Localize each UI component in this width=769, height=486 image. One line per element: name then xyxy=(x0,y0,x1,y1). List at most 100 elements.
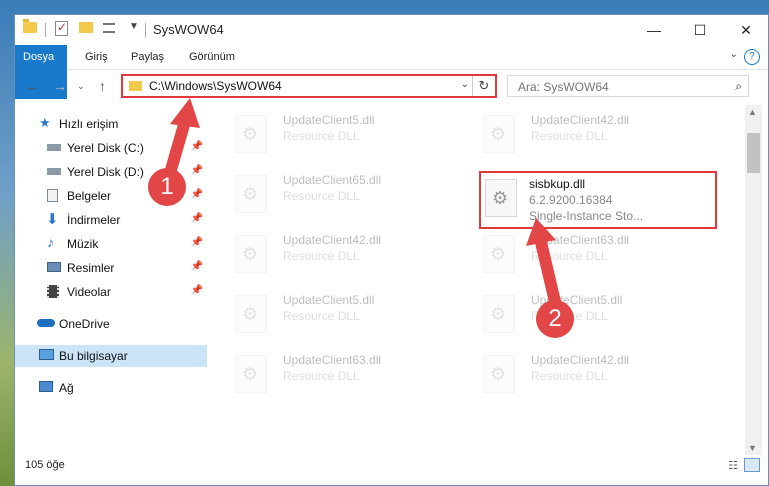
sidebar-item-drive-c[interactable]: Yerel Disk (C:) 📌 xyxy=(15,137,207,159)
divider xyxy=(45,23,46,37)
tab-home[interactable]: Giriş xyxy=(75,45,118,69)
help-icon[interactable]: ? xyxy=(744,49,760,65)
close-button[interactable]: ✕ xyxy=(723,15,768,45)
file-name: sisbkup.dll xyxy=(529,177,586,191)
back-arrow-icon[interactable]: ← xyxy=(25,78,39,94)
quick-access-dropdown-icon[interactable]: ▼ xyxy=(129,21,139,32)
file-item[interactable]: UpdateClient65.dll Resource DLL xyxy=(217,167,447,221)
file-item[interactable]: UpdateClient42.dll Resource DLL xyxy=(217,227,447,281)
file-description: Resource DLL xyxy=(531,129,608,143)
scroll-up-icon[interactable]: ▲ xyxy=(748,107,757,117)
tiles-view-icon[interactable] xyxy=(744,458,760,472)
new-folder-icon[interactable] xyxy=(79,22,93,33)
computer-icon xyxy=(39,349,54,360)
ribbon: Dosya Giriş Paylaş Görünüm ⌄ ? xyxy=(15,45,768,99)
music-icon: ♪ xyxy=(47,234,54,250)
details-view-icon[interactable]: ☷ xyxy=(728,459,738,472)
minimize-button[interactable]: — xyxy=(631,15,677,45)
sidebar-item-label: Videolar xyxy=(67,285,111,299)
file-item[interactable]: UpdateClient63.dll Resource DLL xyxy=(465,227,695,281)
file-description: Resource DLL xyxy=(531,249,608,263)
pin-icon[interactable]: 📌 xyxy=(191,237,203,248)
folder-icon xyxy=(129,81,142,91)
pin-icon[interactable]: 📌 xyxy=(191,285,203,296)
target-file-sisbkup[interactable]: sisbkup.dll 6.2.9200.16384 Single-Instan… xyxy=(479,171,717,229)
pin-icon[interactable]: 📌 xyxy=(191,189,203,200)
sidebar-item-label: İndirmeler xyxy=(67,213,121,227)
sidebar-item-this-pc[interactable]: Bu bilgisayar xyxy=(15,345,207,367)
file-list: UpdateClient5.dll Resource DLL UpdateCli… xyxy=(215,105,743,453)
address-dropdown-icon[interactable]: ⌄ xyxy=(461,79,469,90)
search-box[interactable]: ⌕ xyxy=(507,75,749,97)
recent-dropdown-icon[interactable]: ⌄ xyxy=(77,81,85,92)
divider xyxy=(145,23,146,37)
dll-file-icon xyxy=(235,355,267,393)
file-item[interactable]: UpdateClient5.dll Resource DLL xyxy=(217,107,447,161)
file-description: Resource DLL xyxy=(283,369,360,383)
documents-icon xyxy=(47,189,58,202)
tab-share[interactable]: Paylaş xyxy=(121,45,174,69)
customize-icon[interactable] xyxy=(103,23,115,33)
folder-icon xyxy=(23,19,37,33)
pictures-icon xyxy=(47,262,61,272)
vertical-scrollbar[interactable]: ▲ ▼ xyxy=(745,105,762,455)
file-name: UpdateClient63.dll xyxy=(531,233,630,247)
dll-file-icon xyxy=(483,355,515,393)
sidebar-item-onedrive[interactable]: OneDrive xyxy=(15,313,207,335)
sidebar-item-label: Yerel Disk (D:) xyxy=(67,165,144,179)
pin-icon[interactable]: 📌 xyxy=(191,141,203,152)
refresh-icon[interactable]: ↻ xyxy=(472,76,495,96)
expand-ribbon-icon[interactable]: ⌄ xyxy=(730,49,738,60)
sidebar-item-quick-access[interactable]: ★ Hızlı erişim xyxy=(15,113,207,135)
sidebar-item-label: Müzik xyxy=(67,237,99,251)
file-name: UpdateClient42.dll xyxy=(283,233,382,247)
sidebar-item-videos[interactable]: Videolar 📌 xyxy=(15,281,207,303)
tab-view[interactable]: Görünüm xyxy=(179,45,245,69)
file-description: Single-Instance Sto... xyxy=(529,209,644,223)
up-arrow-icon[interactable]: ↑ xyxy=(99,78,106,94)
forward-arrow-icon[interactable]: → xyxy=(53,78,67,94)
explorer-window: ▼ SysWOW64 — ☐ ✕ Dosya Giriş Paylaş Görü… xyxy=(14,14,769,486)
file-description: Resource DLL xyxy=(283,309,360,323)
file-item[interactable]: UpdateClient63.dll Resource DLL xyxy=(217,347,447,401)
dll-file-icon xyxy=(483,235,515,273)
network-icon xyxy=(39,381,53,392)
search-icon[interactable]: ⌕ xyxy=(735,79,742,94)
pin-icon[interactable]: 📌 xyxy=(191,165,203,176)
sidebar-item-downloads[interactable]: ⬇ İndirmeler 📌 xyxy=(15,209,207,231)
address-path[interactable]: C:\Windows\SysWOW64 xyxy=(149,79,282,93)
scroll-down-icon[interactable]: ▼ xyxy=(748,443,757,453)
dll-file-icon xyxy=(483,115,515,153)
maximize-button[interactable]: ☐ xyxy=(677,15,723,45)
search-input[interactable] xyxy=(516,79,720,95)
file-name: UpdateClient63.dll xyxy=(283,353,382,367)
sidebar-item-network[interactable]: Ağ xyxy=(15,377,207,399)
sidebar-item-music[interactable]: ♪ Müzik 📌 xyxy=(15,233,207,255)
dll-file-icon xyxy=(485,179,517,217)
file-name: UpdateClient42.dll xyxy=(531,113,630,127)
file-item[interactable]: UpdateClient42.dll Resource DLL xyxy=(465,347,695,401)
navigation-pane: ★ Hızlı erişim Yerel Disk (C:) 📌 Yerel D… xyxy=(15,105,211,455)
drive-icon xyxy=(47,168,61,175)
file-item[interactable]: UpdateClient42.dll Resource DLL xyxy=(465,107,695,161)
window-title: SysWOW64 xyxy=(153,22,224,37)
sidebar-item-label: OneDrive xyxy=(59,317,110,331)
pin-icon[interactable]: 📌 xyxy=(191,213,203,224)
navigation-bar: ← → ⌄ ↑ C:\Windows\SysWOW64 ⌄ ↻ ⌕ xyxy=(15,70,768,102)
file-description: Resource DLL xyxy=(531,369,608,383)
item-count: 105 öğe xyxy=(25,459,65,471)
status-bar: 105 öğe ☷ xyxy=(15,455,768,485)
properties-check-icon[interactable] xyxy=(55,20,68,36)
file-item[interactable]: UpdateClient5.dll Resource DLL xyxy=(465,287,695,341)
file-description: Resource DLL xyxy=(283,189,360,203)
star-icon: ★ xyxy=(39,115,51,130)
sidebar-item-pictures[interactable]: Resimler 📌 xyxy=(15,257,207,279)
sidebar-item-label: Resimler xyxy=(67,261,115,275)
file-item[interactable]: UpdateClient5.dll Resource DLL xyxy=(217,287,447,341)
file-name: UpdateClient65.dll xyxy=(283,173,382,187)
scroll-thumb[interactable] xyxy=(747,133,760,173)
address-bar[interactable]: C:\Windows\SysWOW64 ⌄ ↻ xyxy=(121,74,497,98)
pin-icon[interactable]: 📌 xyxy=(191,261,203,272)
step-2-badge: 2 xyxy=(536,300,574,338)
file-version: 6.2.9200.16384 xyxy=(529,193,613,207)
